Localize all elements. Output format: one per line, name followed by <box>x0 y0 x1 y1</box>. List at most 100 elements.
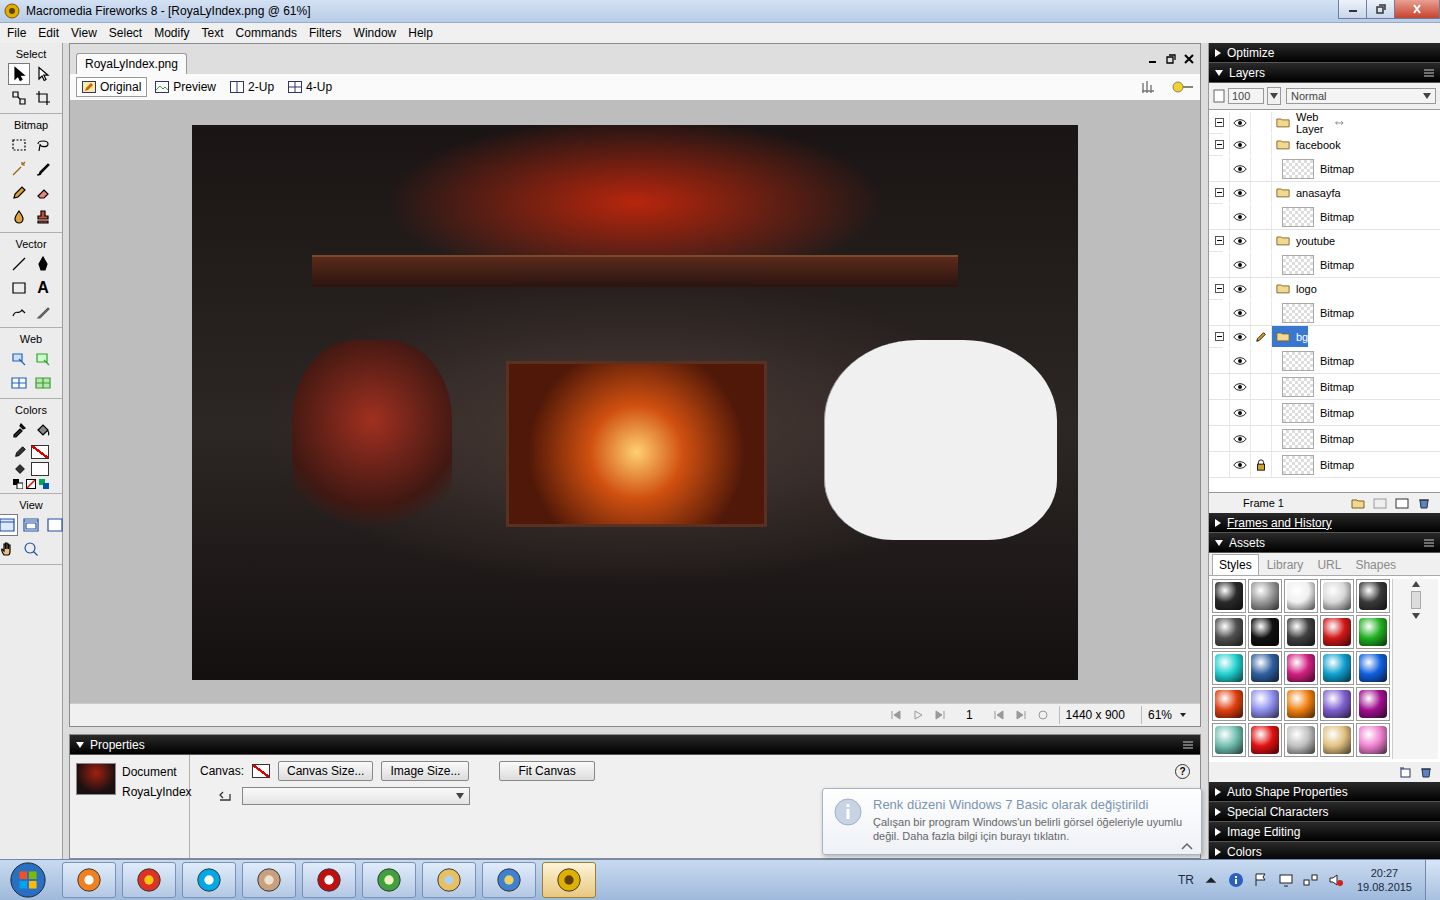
taskbar-app[interactable] <box>482 862 536 898</box>
menu-item[interactable]: Filters <box>303 24 348 42</box>
menu-item[interactable]: Text <box>196 24 230 42</box>
tool-button[interactable] <box>8 301 30 323</box>
panel-options-icon[interactable] <box>1182 740 1194 750</box>
panel-header[interactable]: Image Editing <box>1209 822 1440 842</box>
action-center-icon[interactable] <box>1253 872 1269 888</box>
play-icon[interactable] <box>912 710 924 720</box>
style-swatch[interactable] <box>1212 579 1246 613</box>
network-icon[interactable] <box>1303 872 1319 888</box>
layer-row[interactable]: youtube <box>1209 230 1223 252</box>
delete-style-icon[interactable] <box>1419 766 1433 778</box>
style-swatch[interactable] <box>1356 579 1390 613</box>
tool-button[interactable] <box>8 372 30 394</box>
panel-options-icon[interactable] <box>1423 68 1435 78</box>
layer-row[interactable]: Bitmap <box>1209 156 1440 182</box>
lock-icon[interactable] <box>1254 459 1268 471</box>
style-swatch[interactable] <box>1320 651 1354 685</box>
style-swatch[interactable] <box>1320 687 1354 721</box>
tool-button[interactable] <box>8 134 30 156</box>
tool-button[interactable] <box>20 514 42 536</box>
new-bitmap-icon[interactable] <box>1395 497 1409 509</box>
expand-toggle[interactable] <box>1215 188 1224 197</box>
eye-icon[interactable] <box>1233 355 1247 367</box>
blend-mode-dropdown[interactable]: Normal <box>1286 88 1436 104</box>
eye-icon[interactable] <box>1233 459 1247 471</box>
style-swatch[interactable] <box>1356 723 1390 757</box>
style-swatch[interactable] <box>1212 687 1246 721</box>
delete-icon[interactable] <box>1417 497 1431 509</box>
tool-button[interactable] <box>8 277 30 299</box>
taskbar-app[interactable] <box>542 862 596 898</box>
close-button[interactable] <box>1394 0 1440 19</box>
tool-button[interactable] <box>8 419 30 441</box>
volume-muted-icon[interactable] <box>1328 872 1344 888</box>
eye-icon[interactable] <box>1233 187 1247 199</box>
tool-button[interactable] <box>8 182 30 204</box>
styles-scrollbar[interactable] <box>1392 579 1438 759</box>
last-frame-icon[interactable] <box>934 710 946 720</box>
style-swatch[interactable] <box>1248 579 1282 613</box>
tool-button[interactable] <box>32 182 54 204</box>
style-swatch[interactable] <box>1356 687 1390 721</box>
minimize-button[interactable] <box>1338 0 1367 19</box>
first-frame-icon[interactable] <box>890 710 902 720</box>
properties-button[interactable]: Image Size... <box>381 761 469 781</box>
tool-button[interactable] <box>32 301 54 323</box>
assets-tab[interactable]: Styles <box>1212 554 1259 575</box>
doc-restore-icon[interactable] <box>1166 54 1176 64</box>
style-swatch[interactable] <box>1212 651 1246 685</box>
taskbar-app[interactable] <box>182 862 236 898</box>
eye-icon[interactable] <box>1233 433 1247 445</box>
style-swatch[interactable] <box>1320 723 1354 757</box>
menu-item[interactable]: Modify <box>148 24 195 42</box>
show-desktop-button[interactable] <box>1425 860 1440 900</box>
tool-button[interactable] <box>8 253 30 275</box>
tool-button[interactable]: A <box>32 277 54 299</box>
style-swatch[interactable] <box>1212 615 1246 649</box>
eye-icon[interactable] <box>1233 163 1247 175</box>
new-sublayer-icon[interactable] <box>1351 497 1365 509</box>
optimize-header[interactable]: Optimize <box>1209 43 1440 63</box>
help-button[interactable]: ? <box>1175 764 1190 779</box>
eye-icon[interactable] <box>1233 283 1247 295</box>
language-indicator[interactable]: TR <box>1178 873 1194 887</box>
assets-tab[interactable]: Library <box>1261 555 1310 575</box>
menu-item[interactable]: Select <box>103 24 148 42</box>
layer-row[interactable]: Bitmap <box>1209 300 1440 326</box>
layer-row[interactable]: facebook <box>1209 134 1223 156</box>
view-button[interactable]: 4-Up <box>282 77 338 97</box>
tool-button[interactable] <box>32 158 54 180</box>
tool-button[interactable] <box>8 348 30 370</box>
tool-button[interactable] <box>32 372 54 394</box>
style-swatch[interactable] <box>1356 615 1390 649</box>
tool-button[interactable] <box>8 87 30 109</box>
notification-balloon[interactable]: Renk düzeni Windows 7 Basic olarak değiş… <box>822 788 1202 855</box>
eye-icon[interactable] <box>1233 235 1247 247</box>
style-swatch[interactable] <box>1284 723 1318 757</box>
eye-icon[interactable] <box>1233 331 1247 343</box>
stop-icon[interactable] <box>1037 710 1049 720</box>
style-swatch[interactable] <box>1248 687 1282 721</box>
taskbar-app[interactable] <box>62 862 116 898</box>
style-swatch[interactable] <box>1320 579 1354 613</box>
properties-header[interactable]: Properties <box>70 735 1200 755</box>
style-swatch[interactable] <box>1284 615 1318 649</box>
clock[interactable]: 20:2719.08.2015 <box>1353 866 1416 895</box>
canvas-color-well[interactable] <box>252 764 270 778</box>
view-button[interactable]: Original <box>76 77 147 97</box>
layer-row[interactable]: bg <box>1209 326 1223 348</box>
view-button[interactable]: Preview <box>149 77 222 97</box>
style-swatch[interactable] <box>1248 651 1282 685</box>
assets-tab[interactable]: URL <box>1311 555 1347 575</box>
menu-item[interactable]: Edit <box>32 24 65 42</box>
style-swatch[interactable] <box>1248 615 1282 649</box>
new-layer-icon[interactable] <box>1373 497 1387 509</box>
no-color-icon[interactable] <box>26 479 36 489</box>
tool-button[interactable] <box>32 419 54 441</box>
layer-row[interactable]: Bitmap <box>1209 252 1440 278</box>
style-swatch[interactable] <box>1248 723 1282 757</box>
style-swatch[interactable] <box>1284 687 1318 721</box>
expand-toggle[interactable] <box>1215 236 1224 245</box>
tool-button[interactable] <box>0 538 18 560</box>
quick-export-icon[interactable] <box>1140 79 1158 95</box>
